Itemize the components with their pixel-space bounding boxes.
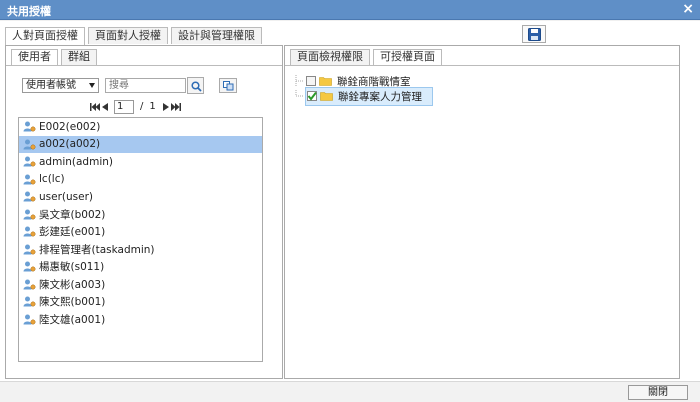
user-icon [23,296,36,307]
prev-page-icon[interactable] [100,102,110,112]
user-icon [23,226,36,237]
user-list: E002(e002) a002(a002) admin(admin) lc(lc) us… [18,117,263,362]
user-label: 彭建廷(e001) [39,226,106,239]
page-panel: 頁面檢視權限 可授權頁面 聯銓商階戰情室 聯銓專案人力管理 [284,45,680,379]
page-number-input[interactable]: 1 [114,99,134,114]
checkbox[interactable] [307,91,317,101]
user-panel: 使用者 群組 使用者帳號 搜尋 1 / 1 E002(e002) a002(a0… [5,45,283,379]
list-item[interactable]: 吳文章(b002) [19,206,262,224]
chevron-down-icon [89,83,95,88]
page-total: 1 [149,101,156,112]
user-label: user(user) [39,190,93,203]
list-item[interactable]: 陳文熙(b001) [19,293,262,311]
list-item[interactable]: 排程管理者(taskadmin) [19,241,262,259]
close-button[interactable]: 關閉 [628,385,688,400]
copy-icon [223,81,234,91]
user-icon [23,139,36,150]
tab-design-admin[interactable]: 設計與管理權限 [171,27,262,44]
user-label: 陳文熙(b001) [39,296,106,309]
search-button[interactable] [187,77,204,94]
tab-authorizable-pages[interactable]: 可授權頁面 [373,49,442,66]
user-icon [23,314,36,325]
copy-button[interactable] [219,78,237,93]
user-icon [23,279,36,290]
user-label: E002(e002) [39,120,101,133]
tab-users[interactable]: 使用者 [11,49,58,66]
first-page-icon[interactable] [90,102,100,112]
search-icon [191,81,202,92]
page-tabs: 頁面檢視權限 可授權頁面 [290,49,445,66]
list-item[interactable]: 楊惠敏(s011) [19,258,262,276]
checkbox[interactable] [306,76,316,86]
user-label: lc(lc) [39,173,65,186]
user-label: 陸文雄(a001) [39,313,106,326]
list-item[interactable]: 彭建廷(e001) [19,223,262,241]
user-label: 吳文章(b002) [39,208,106,221]
list-item[interactable]: a002(a002) [19,135,262,153]
save-button[interactable] [522,25,546,43]
window-title: 共用授權 [7,5,51,18]
dialog-footer: 關閉 [0,381,700,402]
tree-node-content[interactable]: 聯銓專案人力管理 [305,86,433,106]
user-label: 陳文彬(a003) [39,278,106,291]
user-icon [23,209,36,220]
tree-node[interactable]: 聯銓專案人力管理 [293,86,433,106]
pager: 1 / 1 [90,99,181,114]
last-page-icon[interactable] [170,102,181,112]
list-item[interactable]: admin(admin) [19,153,262,171]
tab-groups[interactable]: 群組 [61,49,97,65]
user-label: a002(a002) [39,138,101,151]
list-item[interactable]: user(user) [19,188,262,206]
tab-person-to-page[interactable]: 人對頁面授權 [5,27,85,45]
tab-page-to-person[interactable]: 頁面對人授權 [88,27,168,44]
main-tabs: 人對頁面授權 頁面對人授權 設計與管理權限 [5,27,265,45]
list-item[interactable]: E002(e002) [19,118,262,136]
filter-select-value: 使用者帳號 [26,80,76,91]
list-item[interactable]: lc(lc) [19,171,262,189]
list-item[interactable]: 陳文彬(a003) [19,276,262,294]
user-label: admin(admin) [39,155,113,168]
user-icon [23,191,36,202]
folder-icon [320,92,333,101]
user-icon [23,244,36,255]
save-icon [528,28,541,41]
user-icon [23,261,36,272]
next-page-icon[interactable] [161,102,171,112]
tree-node-label: 聯銓專案人力管理 [338,90,422,103]
tab-divider [285,65,679,66]
user-icon [23,174,36,185]
tab-divider [6,65,282,66]
dialog-body: 人對頁面授權 頁面對人授權 設計與管理權限 使用者 群組 使用者帳號 搜尋 1 … [0,21,700,381]
user-icon [23,121,36,132]
user-group-tabs: 使用者 群組 [11,49,100,66]
page-separator: / [140,101,144,112]
search-input[interactable] [105,78,186,93]
window-titlebar: 共用授權 × [0,0,700,20]
tree-branch-icon [295,90,304,97]
user-label: 排程管理者(taskadmin) [39,243,155,256]
filter-select[interactable]: 使用者帳號 [22,78,99,93]
close-icon[interactable]: × [682,1,694,17]
user-label: 楊惠敏(s011) [39,261,105,274]
tab-page-view-permission[interactable]: 頁面檢視權限 [290,49,370,65]
folder-icon [319,77,332,86]
tree-branch-icon [295,75,304,87]
page-tree: 聯銓商階戰情室 聯銓專案人力管理 [293,74,433,106]
list-item[interactable]: 陸文雄(a001) [19,311,262,329]
user-icon [23,156,36,167]
